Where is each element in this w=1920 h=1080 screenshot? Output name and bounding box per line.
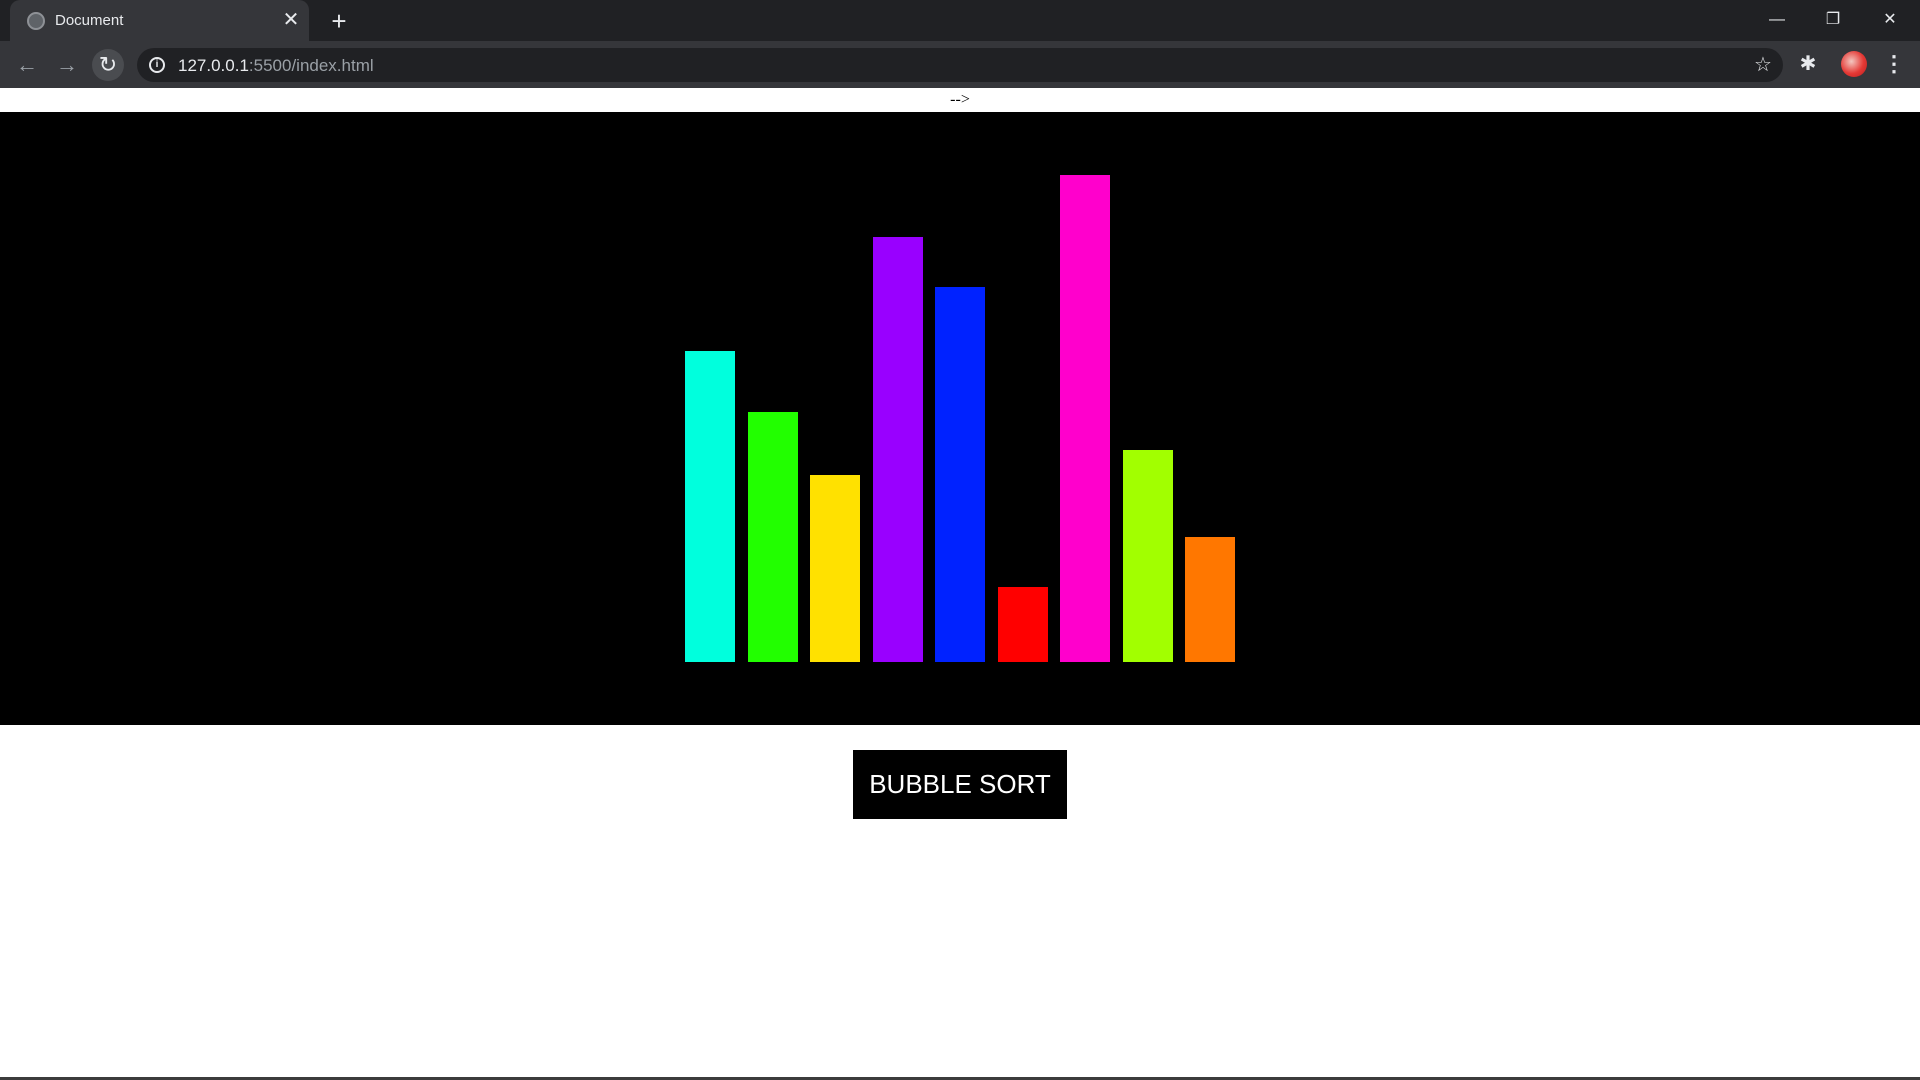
bar-6 [997, 587, 1048, 662]
window-close-button[interactable]: ✕ [1870, 6, 1910, 34]
avatar[interactable] [1841, 51, 1867, 77]
bar-4 [872, 237, 923, 662]
bar-1 [685, 351, 735, 662]
tab-close-icon[interactable]: ✕ [280, 9, 302, 31]
address-bar[interactable]: i 127.0.0.1:5500/index.html ☆ [137, 48, 1783, 82]
toolbar: ← → ↻ i 127.0.0.1:5500/index.html ☆ ✱ ⋮ [0, 41, 1920, 88]
url-text: 127.0.0.1:5500/index.html [178, 56, 374, 75]
tab-title: Document [55, 12, 124, 29]
reload-icon[interactable]: ↻ [92, 49, 124, 81]
kebab-menu-icon[interactable]: ⋮ [1882, 51, 1906, 77]
url-path: :5500/index.html [248, 56, 374, 75]
url-host: 127.0.0.1 [178, 56, 249, 75]
minimize-button[interactable]: — [1757, 6, 1797, 34]
restore-button[interactable]: ❐ [1813, 6, 1853, 34]
bubble-sort-button[interactable]: BUBBLE SORT [853, 750, 1067, 819]
bar-3 [810, 475, 860, 662]
info-icon[interactable]: i [149, 57, 165, 73]
tab-document[interactable]: Document ✕ [10, 0, 309, 41]
back-icon[interactable]: ← [11, 49, 43, 81]
tab-strip: Document ✕ + — ❐ ✕ [0, 0, 1920, 41]
bar-2 [747, 412, 798, 662]
bar-visualizer [0, 112, 1920, 725]
star-icon[interactable]: ☆ [1751, 53, 1775, 77]
new-tab-button[interactable]: + [325, 7, 353, 35]
bar-8 [1122, 450, 1173, 662]
puzzle-icon[interactable]: ✱ [1796, 52, 1820, 76]
bar-7 [1060, 175, 1110, 662]
forward-icon[interactable]: → [51, 49, 83, 81]
bar-5 [935, 287, 985, 662]
stray-comment-text: --> [950, 91, 970, 108]
globe-icon [27, 12, 45, 30]
bar-9 [1185, 537, 1235, 662]
browser-chrome: Document ✕ + — ❐ ✕ ← → ↻ i 127.0.0.1:550… [0, 0, 1920, 88]
